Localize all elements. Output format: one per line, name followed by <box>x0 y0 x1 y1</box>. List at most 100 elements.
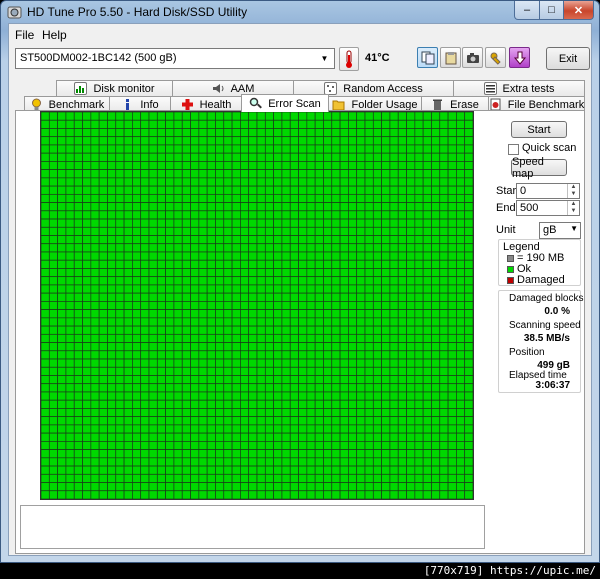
scan-block <box>364 473 374 483</box>
scan-block <box>132 432 142 442</box>
scan-block <box>123 383 133 393</box>
scan-block <box>165 441 175 450</box>
scan-block <box>223 432 233 442</box>
scan-log-box[interactable] <box>20 505 485 549</box>
start-spinner[interactable]: 0 ▲ ▼ <box>516 183 580 199</box>
tab-disk-monitor[interactable]: Disk monitor <box>56 80 173 96</box>
scan-block <box>298 144 308 154</box>
scan-block <box>65 342 75 352</box>
scan-block <box>223 391 233 401</box>
title-bar[interactable]: HD Tune Pro 5.50 - Hard Disk/SSD Utility… <box>1 1 599 23</box>
scan-block <box>298 185 308 195</box>
scan-block <box>41 185 50 195</box>
copy-info-button[interactable] <box>417 47 438 68</box>
scan-block <box>356 325 366 335</box>
scan-block <box>456 235 466 245</box>
save-button[interactable] <box>509 47 530 68</box>
quick-scan-checkbox[interactable] <box>508 144 519 155</box>
scan-block <box>439 169 449 179</box>
scan-block <box>140 333 150 343</box>
scan-block <box>107 136 117 146</box>
scan-block <box>215 193 225 203</box>
scan-block <box>422 144 432 154</box>
scan-block <box>41 119 50 129</box>
scan-block <box>456 144 466 154</box>
copy-screenshot-button[interactable] <box>440 47 461 68</box>
scan-block <box>256 177 266 187</box>
scan-block <box>73 185 83 195</box>
scan-block <box>206 325 216 335</box>
minimize-button[interactable]: – <box>514 1 540 20</box>
scan-block <box>98 350 108 360</box>
scan-block <box>323 292 333 302</box>
scan-block <box>431 185 441 195</box>
scan-block <box>206 268 216 278</box>
screenshot-button[interactable] <box>462 47 483 68</box>
scan-block <box>456 317 466 327</box>
exit-button[interactable]: Exit <box>546 47 590 70</box>
scan-block <box>406 144 416 154</box>
spinner-arrows-icon[interactable]: ▲ ▼ <box>567 184 579 198</box>
scan-block <box>140 268 150 278</box>
scan-block <box>381 473 391 483</box>
scan-block <box>223 325 233 335</box>
scan-block <box>65 416 75 426</box>
unit-select[interactable]: gB ▼ <box>539 222 581 239</box>
menu-help[interactable]: Help <box>42 28 67 42</box>
tab-extra-tests[interactable]: Extra tests <box>453 80 585 96</box>
scan-block <box>107 193 117 203</box>
scan-block <box>314 399 324 409</box>
scan-block <box>264 161 274 170</box>
scan-block <box>248 276 258 286</box>
scan-block <box>41 391 50 401</box>
scan-block <box>148 391 158 401</box>
scan-block <box>389 301 399 310</box>
scan-block <box>372 235 382 245</box>
scan-block <box>156 457 166 467</box>
scan-block <box>298 375 308 385</box>
scan-block <box>215 243 225 253</box>
scan-block <box>231 317 241 327</box>
menu-file[interactable]: File <box>15 28 34 42</box>
scan-block <box>132 449 142 459</box>
tab-error-scan[interactable]: Error Scan <box>241 94 329 112</box>
scan-block <box>306 301 316 310</box>
scan-block <box>57 317 67 327</box>
tab-label: Benchmark <box>48 98 105 111</box>
spinner-arrows-icon[interactable]: ▲ ▼ <box>567 201 579 215</box>
scan-block <box>57 112 67 121</box>
scan-block <box>90 144 100 154</box>
scan-block <box>90 449 100 459</box>
close-button[interactable]: ✕ <box>563 1 594 20</box>
scan-block <box>397 342 407 352</box>
scan-block <box>57 226 67 236</box>
scan-block <box>256 112 266 121</box>
scan-block <box>82 185 92 195</box>
scan-block <box>381 325 391 335</box>
scan-block <box>422 169 432 179</box>
scan-block <box>65 152 75 162</box>
scan-block <box>464 441 473 450</box>
scan-block <box>173 218 183 228</box>
scan-block <box>314 482 324 492</box>
end-spinner[interactable]: 500 ▲ ▼ <box>516 200 580 216</box>
scan-block <box>190 185 200 195</box>
maximize-button[interactable]: □ <box>539 1 564 20</box>
start-scan-button[interactable]: Start <box>511 121 567 138</box>
scan-block <box>414 391 424 401</box>
scan-block <box>198 473 208 483</box>
speed-map-button[interactable]: Speed map <box>511 156 567 180</box>
scan-block <box>314 202 324 212</box>
scan-block <box>464 243 473 253</box>
scan-block <box>414 161 424 170</box>
scan-block <box>356 482 366 492</box>
scan-block <box>107 251 117 261</box>
scan-block <box>41 457 50 467</box>
scan-block <box>240 144 250 154</box>
drive-select[interactable]: ST500DM002-1BC142 (500 gB) ▼ <box>15 48 335 69</box>
scan-block <box>165 128 175 138</box>
scan-block <box>323 243 333 253</box>
scan-block <box>41 152 50 162</box>
scan-block <box>165 259 175 269</box>
options-button[interactable] <box>485 47 506 68</box>
